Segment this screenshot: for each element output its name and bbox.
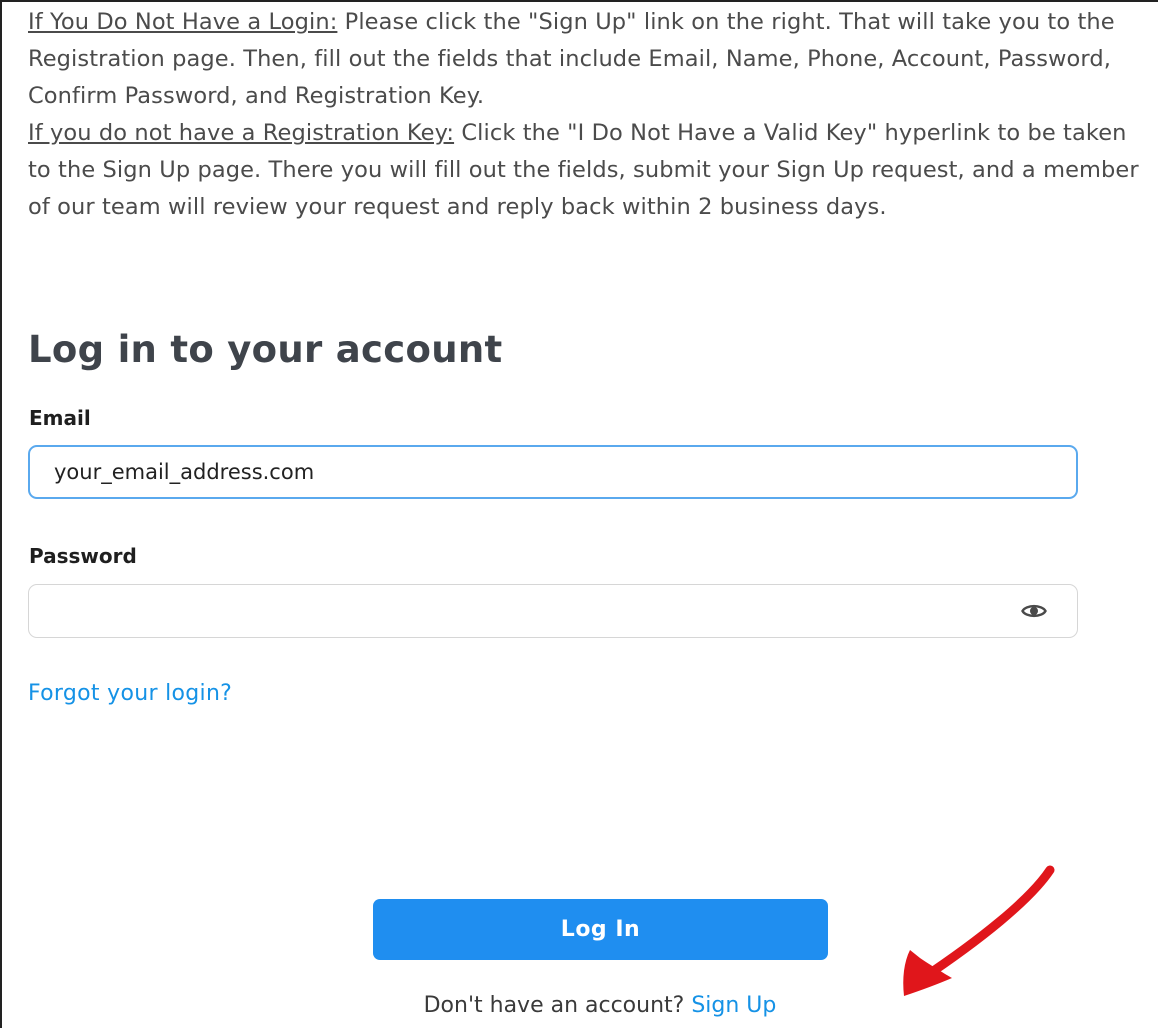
log-in-button[interactable]: Log In <box>373 899 828 960</box>
no-login-paragraph: If You Do Not Have a Login: Please click… <box>28 4 1148 115</box>
signup-prompt-text: Don't have an account? <box>423 993 692 1018</box>
instructions: If You Do Not Have a Login: Please click… <box>28 4 1148 226</box>
red-arrow-annotation <box>903 865 1055 996</box>
eye-icon[interactable] <box>1021 599 1047 623</box>
forgot-login-link[interactable]: Forgot your login? <box>28 681 232 706</box>
signup-prompt: Don't have an account? Sign Up <box>0 993 1160 1018</box>
no-key-label: If you do not have a Registration Key: <box>28 120 455 146</box>
password-label: Password <box>29 544 137 568</box>
no-login-label: If You Do Not Have a Login: <box>28 9 338 35</box>
page-title: Log in to your account <box>28 328 503 371</box>
password-input[interactable] <box>28 584 1078 638</box>
sign-up-link[interactable]: Sign Up <box>691 993 776 1018</box>
email-label: Email <box>29 406 91 430</box>
no-key-paragraph: If you do not have a Registration Key: C… <box>28 115 1148 226</box>
email-input[interactable] <box>28 445 1078 499</box>
